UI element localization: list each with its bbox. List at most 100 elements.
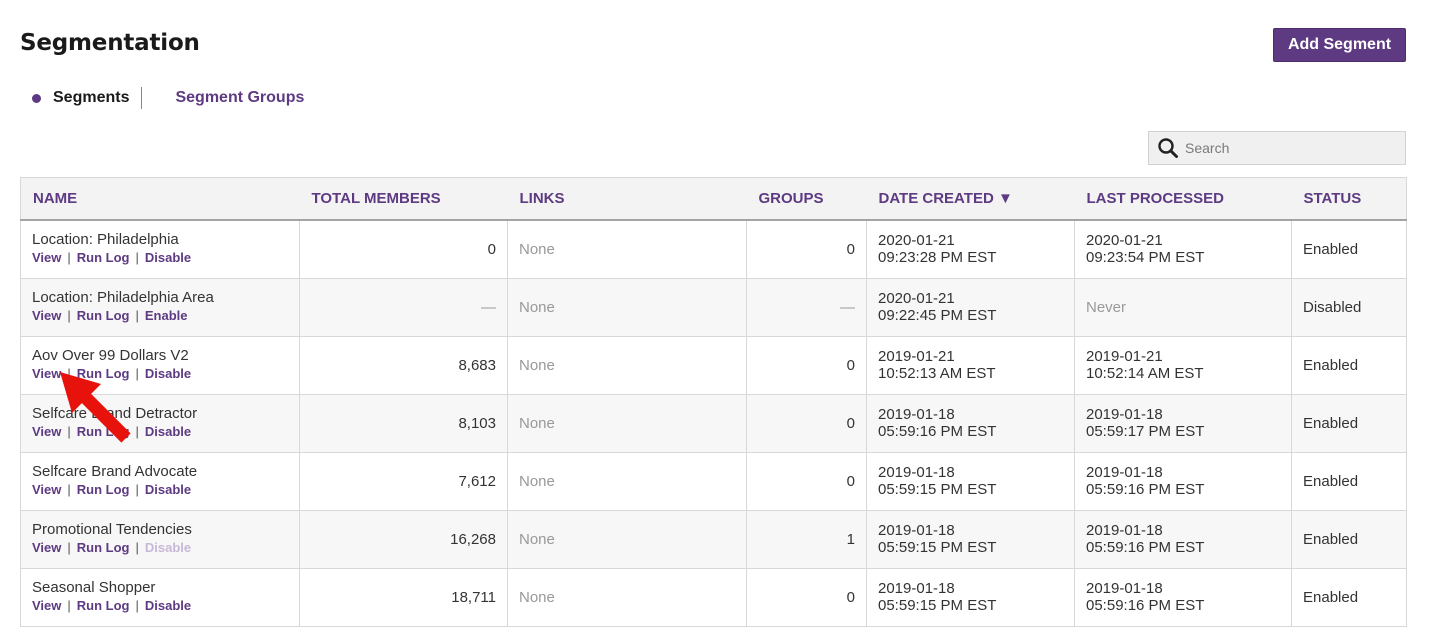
date-created-time: 05:59:16 PM EST — [878, 423, 997, 440]
segment-name: Selfcare Brand Advocate — [32, 463, 198, 480]
last-processed-date: 2020-01-21 — [1086, 232, 1163, 249]
groups-cell: 0 — [746, 567, 867, 627]
action-separator: | — [135, 482, 139, 497]
segment-name-cell: Promotional Tendencies View | Run Log | Disab… — [20, 509, 300, 569]
groups-cell: 0 — [746, 219, 867, 279]
date-created-cell: 2019-01-21 10:52:13 AM EST — [866, 335, 1075, 395]
disable-link[interactable]: Disable — [145, 482, 191, 497]
view-link[interactable]: View — [32, 482, 61, 497]
tab-divider — [141, 87, 143, 109]
view-link[interactable]: View — [32, 250, 61, 265]
column-header-name[interactable]: NAME — [20, 177, 300, 221]
row-actions: View | Run Log | Enable — [32, 307, 288, 325]
last-processed-time: 10:52:14 AM EST — [1086, 365, 1204, 382]
last-processed-cell: 2019-01-18 05:59:16 PM EST — [1074, 509, 1292, 569]
row-actions: View | Run Log | Disable — [32, 423, 288, 441]
last-processed-cell: 2019-01-21 10:52:14 AM EST — [1074, 335, 1292, 395]
segment-name: Location: Philadelphia — [32, 231, 179, 248]
date-created-time: 05:59:15 PM EST — [878, 597, 997, 614]
action-separator: | — [67, 308, 71, 323]
table-row: Location: Philadelphia Area View | Run Log |… — [20, 277, 1407, 337]
disable-link[interactable]: Disable — [145, 250, 191, 265]
total-members-cell: 7,612 — [299, 451, 508, 511]
search-input[interactable] — [1183, 139, 1387, 157]
total-members-cell: — — [299, 277, 508, 337]
column-header-links[interactable]: LINKS — [507, 177, 747, 221]
total-members-cell: 8,103 — [299, 393, 508, 453]
segment-name-cell: Selfcare Brand Advocate View | Run Log | Disa… — [20, 451, 300, 511]
column-header-status[interactable]: STATUS — [1291, 177, 1407, 221]
segments-table-container: NAME TOTAL MEMBERS LINKS GROUPS DATE CRE… — [20, 177, 1407, 627]
last-processed-date: Never — [1086, 298, 1127, 316]
action-separator: | — [135, 366, 139, 381]
column-header-date-created[interactable]: DATE CREATED ▼ — [866, 177, 1075, 221]
groups-cell: 0 — [746, 451, 867, 511]
column-header-last-processed[interactable]: LAST PROCESSED — [1074, 177, 1292, 221]
view-link[interactable]: View — [32, 540, 61, 555]
column-header-groups[interactable]: GROUPS — [746, 177, 867, 221]
page-title: Segmentation — [20, 30, 200, 56]
date-created-cell: 2020-01-21 09:22:45 PM EST — [866, 277, 1075, 337]
date-created-cell: 2020-01-21 09:23:28 PM EST — [866, 219, 1075, 279]
last-processed-date: 2019-01-18 — [1086, 464, 1163, 481]
groups-cell: 0 — [746, 335, 867, 395]
date-created-time: 05:59:15 PM EST — [878, 481, 997, 498]
run-log-link[interactable]: Run Log — [77, 250, 130, 265]
disable-link[interactable]: Disable — [145, 366, 191, 381]
disable-link: Disable — [144, 540, 192, 555]
last-processed-cell: 2019-01-18 05:59:17 PM EST — [1074, 393, 1292, 453]
active-tab-indicator — [32, 93, 41, 103]
links-cell: None — [507, 277, 747, 337]
view-link[interactable]: View — [32, 366, 61, 381]
tab-segments[interactable]: Segments — [53, 89, 129, 107]
date-created-date: 2020-01-21 — [878, 290, 955, 307]
segment-name-cell: Selfcare Brand Detractor View | Run Log | Dis… — [20, 393, 300, 453]
segment-name: Location: Philadelphia Area — [32, 289, 214, 306]
date-created-date: 2020-01-21 — [878, 232, 955, 249]
run-log-link[interactable]: Run Log — [77, 540, 130, 555]
date-created-date: 2019-01-18 — [878, 580, 955, 597]
run-log-link[interactable]: Run Log — [77, 366, 130, 381]
last-processed-date: 2019-01-18 — [1086, 522, 1163, 539]
view-link[interactable]: View — [32, 424, 61, 439]
action-separator: | — [135, 540, 139, 555]
status-cell: Enabled — [1291, 335, 1407, 395]
row-actions: View | Run Log | Disable — [32, 365, 288, 383]
date-created-date: 2019-01-18 — [878, 406, 955, 423]
segment-name-cell: Seasonal Shopper View | Run Log | Disable — [20, 567, 300, 627]
total-members-cell: 16,268 — [299, 509, 508, 569]
links-cell: None — [507, 219, 747, 279]
run-log-link[interactable]: Run Log — [77, 308, 130, 323]
last-processed-cell: 2019-01-18 05:59:16 PM EST — [1074, 451, 1292, 511]
action-separator: | — [135, 598, 139, 613]
table-row: Selfcare Brand Advocate View | Run Log | Disa… — [20, 451, 1407, 511]
run-log-link[interactable]: Run Log — [77, 424, 130, 439]
view-link[interactable]: View — [32, 598, 61, 613]
segment-name-cell: Location: Philadelphia Area View | Run Log |… — [20, 277, 300, 337]
links-cell: None — [507, 567, 747, 627]
add-segment-button[interactable]: Add Segment — [1273, 28, 1406, 62]
last-processed-time: 05:59:16 PM EST — [1086, 597, 1205, 614]
status-cell: Enabled — [1291, 393, 1407, 453]
date-created-date: 2019-01-18 — [878, 464, 955, 481]
segment-name: Seasonal Shopper — [32, 579, 156, 596]
disable-link[interactable]: Disable — [145, 424, 191, 439]
date-created-cell: 2019-01-18 05:59:15 PM EST — [866, 567, 1075, 627]
row-actions: View | Run Log | Disable — [32, 597, 288, 615]
search-icon[interactable] — [1157, 137, 1179, 159]
row-actions: View | Run Log | Disable — [32, 539, 288, 557]
action-separator: | — [67, 482, 71, 497]
tab-segment-groups[interactable]: Segment Groups — [175, 89, 304, 107]
enable-link[interactable]: Enable — [145, 308, 188, 323]
groups-cell: — — [746, 277, 867, 337]
view-link[interactable]: View — [32, 308, 61, 323]
date-created-cell: 2019-01-18 05:59:15 PM EST — [866, 509, 1075, 569]
total-members-cell: 0 — [299, 219, 508, 279]
run-log-link[interactable]: Run Log — [77, 598, 130, 613]
disable-link[interactable]: Disable — [145, 598, 191, 613]
column-header-total-members[interactable]: TOTAL MEMBERS — [299, 177, 508, 221]
run-log-link[interactable]: Run Log — [77, 482, 130, 497]
search-box[interactable] — [1148, 131, 1406, 165]
date-created-time: 09:22:45 PM EST — [878, 307, 997, 324]
segment-tabs: Segments Segment Groups — [32, 86, 304, 110]
